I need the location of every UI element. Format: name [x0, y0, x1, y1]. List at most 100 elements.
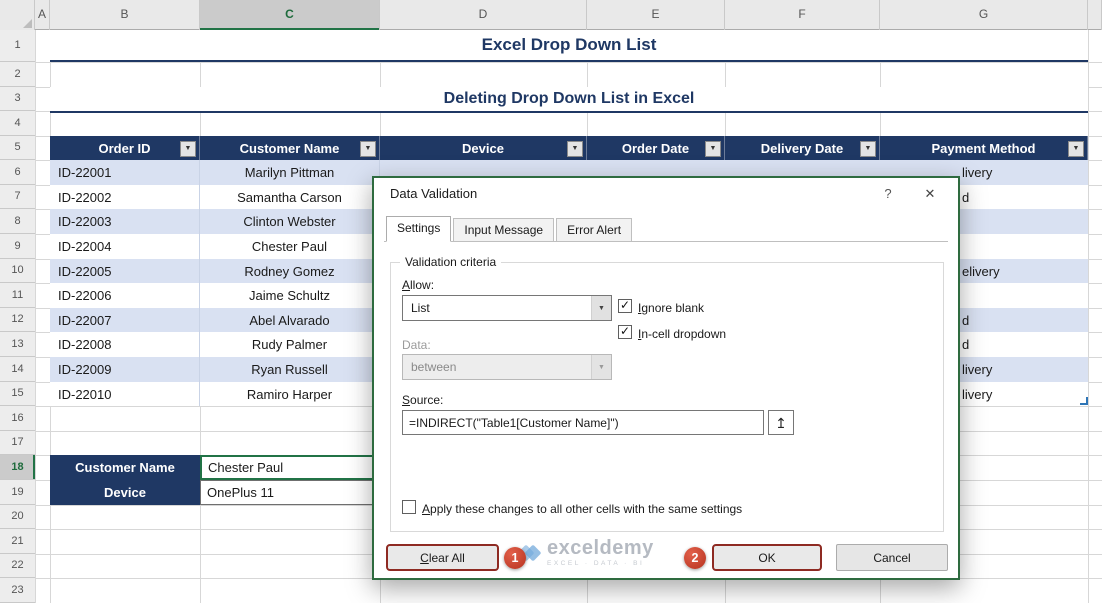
source-input[interactable]: [402, 410, 764, 435]
row-header-10[interactable]: 10: [0, 259, 35, 283]
header-label: Device: [462, 141, 504, 156]
dialog-tabs: Settings Input Message Error Alert: [384, 216, 948, 242]
column-header-B[interactable]: B: [50, 0, 200, 30]
row-header-22[interactable]: 22: [0, 554, 35, 578]
gridline: [1088, 30, 1089, 603]
table-resize-handle[interactable]: [1080, 397, 1088, 405]
row-header-16[interactable]: 16: [0, 406, 35, 431]
in-cell-dropdown-label: In-cell dropdown: [638, 327, 727, 341]
cell-banner-title[interactable]: Excel Drop Down List: [50, 30, 1088, 62]
cell-customer[interactable]: Abel Alvarado: [200, 308, 380, 332]
row-header-6[interactable]: 6: [0, 160, 35, 185]
cell-customer[interactable]: Rodney Gomez: [200, 259, 380, 283]
cell-section-title[interactable]: Deleting Drop Down List in Excel: [50, 87, 1088, 113]
row-header-7[interactable]: 7: [0, 185, 35, 209]
cell-customer[interactable]: Jaime Schultz: [200, 283, 380, 308]
apply-all-checkbox[interactable]: [402, 500, 416, 514]
cell-order-id[interactable]: ID-22003: [50, 209, 200, 234]
cell-customer[interactable]: Ryan Russell: [200, 357, 380, 382]
row-header-17[interactable]: 17: [0, 431, 35, 455]
row-header-4[interactable]: 4: [0, 111, 35, 136]
check-icon: ✓: [619, 324, 631, 338]
column-header-D[interactable]: D: [380, 0, 587, 30]
column-header-C-selected[interactable]: C: [200, 0, 380, 30]
col-header-order-date[interactable]: Order Date ▼: [587, 136, 725, 161]
data-label: Data:: [402, 338, 431, 352]
cell-device-value[interactable]: OnePlus 11: [200, 480, 380, 505]
row-header-9[interactable]: 9: [0, 234, 35, 259]
filter-button[interactable]: ▼: [360, 140, 376, 157]
tab-error-alert[interactable]: Error Alert: [556, 218, 633, 241]
cell-order-id[interactable]: ID-22002: [50, 185, 200, 209]
filter-button[interactable]: ▼: [705, 140, 721, 157]
cell-order-id[interactable]: ID-22004: [50, 234, 200, 259]
row-header-21[interactable]: 21: [0, 529, 35, 554]
cell-order-id[interactable]: ID-22010: [50, 382, 200, 406]
cell-order-id[interactable]: ID-22005: [50, 259, 200, 283]
col-header-order-id[interactable]: Order ID ▼: [50, 136, 200, 161]
cell-customer[interactable]: Marilyn Pittman: [200, 160, 380, 185]
dialog-titlebar[interactable]: Data Validation ? ✕: [374, 178, 958, 210]
row-header-12[interactable]: 12: [0, 308, 35, 332]
filter-dropdown-icon: ▼: [184, 145, 192, 152]
row-header-13[interactable]: 13: [0, 332, 35, 357]
row-header-8[interactable]: 8: [0, 209, 35, 234]
close-icon[interactable]: ✕: [912, 178, 948, 210]
ignore-blank-checkbox[interactable]: ✓: [618, 299, 632, 313]
allow-dropdown[interactable]: List ▼: [402, 295, 612, 321]
cell-customer[interactable]: Samantha Carson: [200, 185, 380, 209]
row-header-15[interactable]: 15: [0, 382, 35, 406]
tab-settings[interactable]: Settings: [386, 216, 452, 242]
row-header-20[interactable]: 20: [0, 505, 35, 529]
cell-order-id[interactable]: ID-22001: [50, 160, 200, 185]
chevron-down-icon[interactable]: ▼: [591, 296, 611, 320]
cell-text: OnePlus 11: [207, 485, 274, 500]
cell-customer[interactable]: Ramiro Harper: [200, 382, 380, 406]
filter-button[interactable]: ▼: [860, 140, 876, 157]
filter-button[interactable]: ▼: [1068, 140, 1084, 157]
row-header-2[interactable]: 2: [0, 62, 35, 87]
cell-order-id[interactable]: ID-22008: [50, 332, 200, 357]
filter-dropdown-icon: ▼: [709, 145, 717, 152]
col-header-customer-name[interactable]: Customer Name ▼: [200, 136, 380, 161]
filter-button[interactable]: ▼: [180, 140, 196, 157]
col-header-delivery-date[interactable]: Delivery Date ▼: [725, 136, 880, 161]
cancel-button[interactable]: Cancel: [836, 544, 948, 571]
cell-customer[interactable]: Clinton Webster: [200, 209, 380, 234]
cell-order-id[interactable]: ID-22007: [50, 308, 200, 332]
row-header-3[interactable]: 3: [0, 87, 35, 111]
cell-customer-name-label[interactable]: Customer Name: [50, 455, 200, 480]
col-header-payment-method[interactable]: Payment Method ▼: [880, 136, 1088, 161]
select-all-corner[interactable]: [0, 0, 35, 30]
ok-button[interactable]: OK: [712, 544, 822, 571]
row-header-5[interactable]: 5: [0, 136, 35, 160]
column-header-E[interactable]: E: [587, 0, 725, 30]
column-header-partial[interactable]: [1088, 0, 1102, 30]
filter-button[interactable]: ▼: [567, 140, 583, 157]
help-icon[interactable]: ?: [874, 178, 902, 210]
in-cell-dropdown-checkbox[interactable]: ✓: [618, 325, 632, 339]
column-header-F[interactable]: F: [725, 0, 880, 30]
column-header-A[interactable]: A: [35, 0, 50, 30]
range-selector-button[interactable]: ↥: [768, 410, 794, 435]
row-header-19[interactable]: 19: [0, 480, 35, 505]
column-header-G[interactable]: G: [880, 0, 1088, 30]
cell-customer[interactable]: Chester Paul: [200, 234, 380, 259]
row-header-11[interactable]: 11: [0, 283, 35, 308]
header-label: Delivery Date: [760, 141, 844, 156]
row-header-14[interactable]: 14: [0, 357, 35, 382]
row-header-1[interactable]: 1: [0, 30, 35, 62]
cell-order-id[interactable]: ID-22006: [50, 283, 200, 308]
row-header-18[interactable]: 18: [0, 455, 35, 480]
cell-customer-name-value-selected[interactable]: Chester Paul: [200, 455, 382, 482]
row-header-23[interactable]: 23: [0, 578, 35, 603]
clear-all-button[interactable]: Clear All: [386, 544, 499, 571]
cell-order-id[interactable]: ID-22009: [50, 357, 200, 382]
cell-customer[interactable]: Rudy Palmer: [200, 332, 380, 357]
collapse-dialog-icon: ↥: [775, 414, 787, 431]
cell-device-label[interactable]: Device: [50, 480, 200, 505]
col-header-device[interactable]: Device ▼: [380, 136, 587, 161]
tab-input-message[interactable]: Input Message: [453, 218, 555, 241]
data-value: between: [411, 360, 457, 374]
filter-dropdown-icon: ▼: [364, 145, 372, 152]
